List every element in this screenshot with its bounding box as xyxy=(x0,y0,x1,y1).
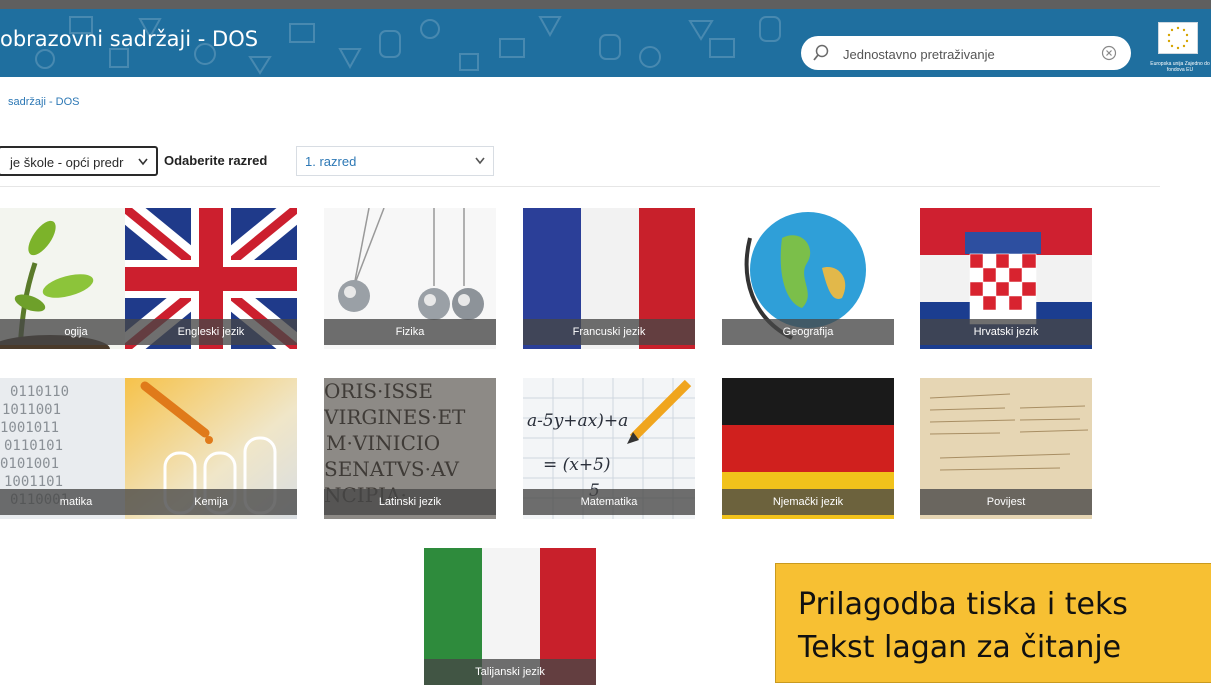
breadcrumb[interactable]: sadržaji - DOS xyxy=(8,96,80,108)
subject-tile-talijanski-jezik[interactable]: Talijanski jezik xyxy=(424,548,596,685)
svg-text:0110101: 0110101 xyxy=(4,438,63,454)
site-header: obrazovni sadržaji - DOS Europska unija xyxy=(0,9,1211,77)
chevron-down-icon xyxy=(138,158,148,166)
subject-tile-geografija[interactable]: Geografija xyxy=(722,208,894,349)
subject-tile-latinski-jezik[interactable]: ORIS·ISSE VIRGINES·ET M·VINICIO SENATVS·AV… xyxy=(324,378,496,519)
subject-tile-fizika[interactable]: Fizika xyxy=(324,208,496,349)
eu-logo-text: Europska unija Zajedno do fondova EU xyxy=(1150,61,1210,73)
subject-tile-kemija[interactable]: Kemija xyxy=(125,378,297,519)
svg-text:ORIS·ISSE: ORIS·ISSE xyxy=(324,379,433,403)
svg-text:= (x+5): = (x+5) xyxy=(543,455,611,475)
subject-label: Fizika xyxy=(324,319,496,345)
svg-text:0101001: 0101001 xyxy=(0,456,59,472)
search-icon xyxy=(813,44,829,61)
grade-select[interactable]: 1. razred xyxy=(296,146,494,176)
grade-label: Odaberite razred xyxy=(164,153,268,168)
subject-label: Geografija xyxy=(722,319,894,345)
search-box[interactable] xyxy=(801,36,1131,70)
subject-tile-hrvatski-jezik[interactable]: Hrvatski jezik xyxy=(920,208,1092,349)
grade-select-value: 1. razred xyxy=(305,154,357,169)
subject-label: Njemački jezik xyxy=(722,489,894,515)
svg-text:M·VINICIO: M·VINICIO xyxy=(326,431,440,455)
subject-label: Talijanski jezik xyxy=(424,659,596,685)
subject-label: Povijest xyxy=(920,489,1092,515)
callout-box: Prilagodba tiska i teks Tekst lagan za č… xyxy=(775,563,1211,683)
subject-label: Francuski jezik xyxy=(523,319,695,345)
svg-text:1011001: 1011001 xyxy=(2,402,61,418)
eu-logo[interactable]: Europska unija Zajedno do fondova EU xyxy=(1146,22,1211,77)
divider xyxy=(0,186,1160,187)
svg-text:0110110: 0110110 xyxy=(10,384,69,400)
callout-line-1: Prilagodba tiska i teks xyxy=(798,587,1128,622)
eu-flag-icon xyxy=(1158,22,1198,54)
subject-tile-francuski-jezik[interactable]: Francuski jezik xyxy=(523,208,695,349)
subject-tile-njemacki-jezik[interactable]: Njemački jezik xyxy=(722,378,894,519)
svg-text:SENATVS·AV: SENATVS·AV xyxy=(324,457,459,481)
subject-label: Latinski jezik xyxy=(324,489,496,515)
subject-label: Kemija xyxy=(125,489,297,515)
subject-label: Hrvatski jezik xyxy=(920,319,1092,345)
subject-tile-matematika[interactable]: a-5y+ax)+a= (x+5) 5 Matematika xyxy=(523,378,695,519)
subject-label: Engleski jezik xyxy=(125,319,297,345)
school-type-select-value: je škole - opći predr xyxy=(10,155,124,170)
search-input[interactable] xyxy=(841,42,1095,66)
callout-line-2: Tekst lagan za čitanje xyxy=(798,630,1122,665)
school-type-select[interactable]: je škole - opći predr xyxy=(0,146,158,176)
svg-text:a-5y+ax)+a: a-5y+ax)+a xyxy=(527,411,628,431)
top-strip xyxy=(0,0,1211,9)
svg-text:1001101: 1001101 xyxy=(4,474,63,490)
subject-tile-povijest[interactable]: Povijest xyxy=(920,378,1092,519)
svg-text:1001011: 1001011 xyxy=(0,420,59,436)
svg-text:VIRGINES·ET: VIRGINES·ET xyxy=(324,405,466,429)
chevron-down-icon xyxy=(475,157,485,165)
subject-tile-engleski-jezik[interactable]: Engleski jezik xyxy=(125,208,297,349)
site-title[interactable]: obrazovni sadržaji - DOS xyxy=(0,27,258,51)
subject-label: Matematika xyxy=(523,489,695,515)
clear-icon[interactable] xyxy=(1101,45,1117,61)
